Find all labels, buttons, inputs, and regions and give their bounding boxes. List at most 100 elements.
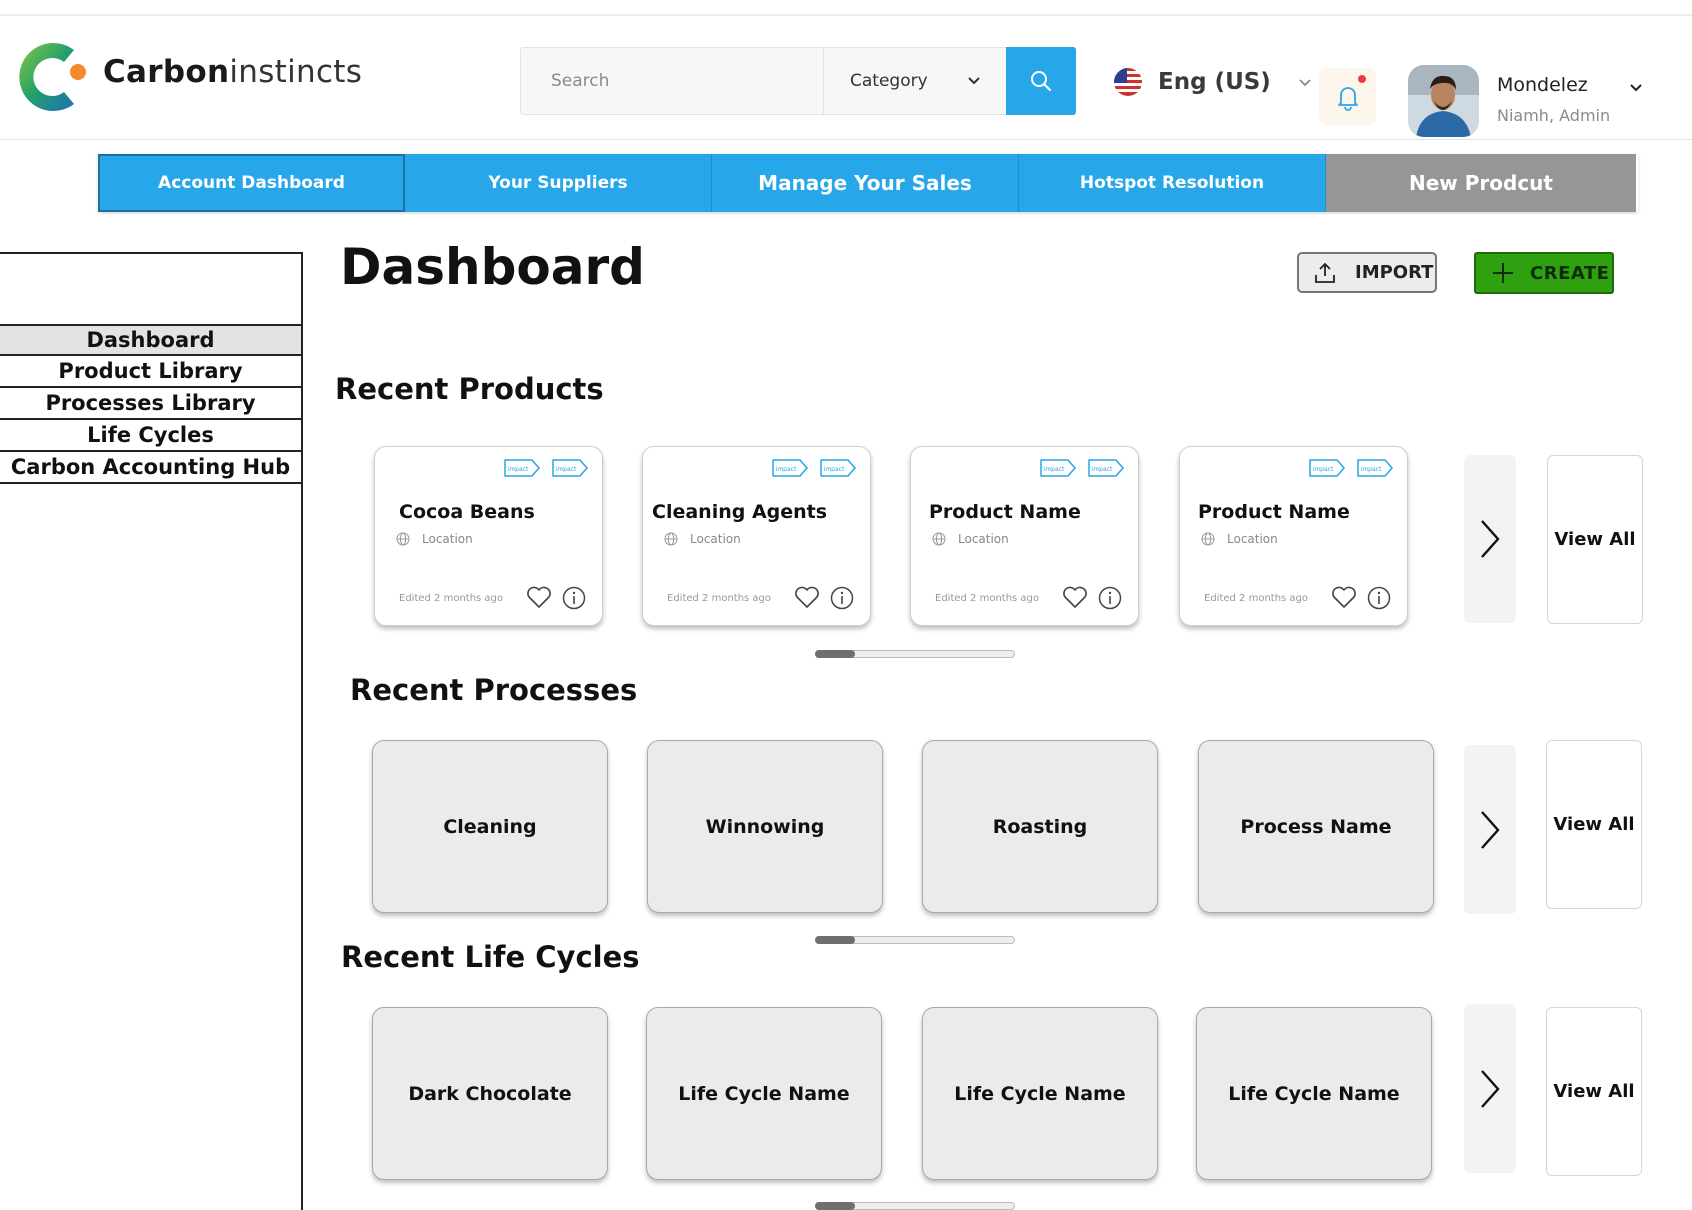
- search-bar: Category: [520, 47, 1076, 115]
- globe-icon: [396, 532, 410, 546]
- svg-text:impact: impact: [824, 466, 845, 473]
- product-location: Location: [664, 532, 741, 546]
- life-cycle-card[interactable]: Life Cycle Name: [922, 1007, 1158, 1180]
- product-name: Product Name: [1198, 501, 1350, 523]
- heart-icon[interactable]: [794, 585, 820, 609]
- category-label: Category: [850, 71, 928, 91]
- impact-tag-icon: impact: [552, 459, 588, 477]
- products-scrollbar[interactable]: [815, 650, 1015, 658]
- product-card[interactable]: impact impact Cleaning Agents Location E…: [642, 446, 871, 626]
- sidebar-item-life-cycles[interactable]: Life Cycles: [0, 420, 301, 452]
- globe-icon: [932, 532, 946, 546]
- info-icon[interactable]: [830, 586, 854, 610]
- product-edited: Edited 2 months ago: [1204, 593, 1309, 604]
- sidebar: Dashboard Product Library Processes Libr…: [0, 252, 303, 1210]
- impact-tag-icon: impact: [772, 459, 808, 477]
- tab-hotspot-resolution[interactable]: Hotspot Resolution: [1019, 154, 1326, 212]
- life-cycles-next-button[interactable]: [1464, 1004, 1516, 1173]
- sidebar-list: Dashboard Product Library Processes Libr…: [0, 324, 301, 484]
- carboninstincts-logo-icon: [19, 43, 86, 111]
- scrollbar-thumb[interactable]: [815, 650, 855, 658]
- product-location: Location: [396, 532, 473, 546]
- tab-account-dashboard[interactable]: Account Dashboard: [98, 154, 405, 212]
- sidebar-item-processes-library[interactable]: Processes Library: [0, 388, 301, 420]
- product-card[interactable]: impact impact Cocoa Beans Location Edite…: [374, 446, 603, 626]
- life-cycles-scrollbar[interactable]: [815, 1202, 1015, 1210]
- processes-next-button[interactable]: [1464, 745, 1516, 914]
- language-selector[interactable]: Eng (US): [1114, 67, 1313, 97]
- chevron-down-icon: [1299, 79, 1311, 87]
- processes-scrollbar[interactable]: [815, 936, 1015, 944]
- info-icon[interactable]: [1098, 586, 1122, 610]
- brand-bold: Carbon: [103, 54, 230, 90]
- user-role: Niamh, Admin: [1497, 106, 1611, 125]
- product-edited: Edited 2 months ago: [399, 593, 504, 604]
- impact-tag-icon: impact: [1309, 459, 1345, 477]
- scrollbar-thumb[interactable]: [815, 1202, 855, 1210]
- chevron-down-icon: [968, 77, 980, 85]
- search-button[interactable]: [1006, 47, 1076, 115]
- avatar[interactable]: [1408, 65, 1479, 137]
- impact-tag-icon: impact: [1088, 459, 1124, 477]
- page-title: Dashboard: [340, 238, 645, 296]
- globe-icon: [1201, 532, 1215, 546]
- impact-tag-icon: impact: [1357, 459, 1393, 477]
- process-card[interactable]: Roasting: [922, 740, 1158, 913]
- svg-text:impact: impact: [776, 466, 797, 473]
- globe-icon: [664, 532, 678, 546]
- notification-badge: [1358, 75, 1366, 83]
- scrollbar-thumb[interactable]: [815, 936, 855, 944]
- processes-view-all-button[interactable]: View All: [1546, 740, 1642, 909]
- process-card[interactable]: Winnowing: [647, 740, 883, 913]
- sidebar-item-product-library[interactable]: Product Library: [0, 356, 301, 388]
- upload-icon: [1315, 262, 1335, 283]
- product-card[interactable]: impact impact Product Name Location Edit…: [910, 446, 1139, 626]
- svg-text:impact: impact: [1044, 466, 1065, 473]
- process-card[interactable]: Cleaning: [372, 740, 608, 913]
- product-location-label: Location: [690, 532, 741, 546]
- bell-icon: [1337, 86, 1358, 111]
- header: Carboninstincts Category Eng (US): [0, 16, 1692, 140]
- svg-text:impact: impact: [556, 466, 577, 473]
- info-icon[interactable]: [1367, 586, 1391, 610]
- product-card[interactable]: impact impact Product Name Location Edit…: [1179, 446, 1408, 626]
- heart-icon[interactable]: [526, 585, 552, 609]
- brand-name: Carboninstincts: [103, 54, 362, 90]
- products-next-button[interactable]: [1464, 455, 1516, 623]
- create-label: CREATE: [1530, 262, 1610, 284]
- product-edited: Edited 2 months ago: [667, 593, 772, 604]
- product-location: Location: [932, 532, 1009, 546]
- chevron-down-icon[interactable]: [1628, 79, 1644, 95]
- life-cycle-card[interactable]: Life Cycle Name: [646, 1007, 882, 1180]
- svg-text:impact: impact: [508, 466, 529, 473]
- life-cycle-card[interactable]: Dark Chocolate: [372, 1007, 608, 1180]
- category-select[interactable]: Category: [823, 48, 1006, 114]
- tab-new-product[interactable]: New Prodcut: [1326, 154, 1636, 212]
- search-input[interactable]: [521, 48, 823, 114]
- product-name: Cocoa Beans: [399, 501, 535, 523]
- life-cycles-view-all-button[interactable]: View All: [1546, 1007, 1642, 1176]
- product-location-label: Location: [422, 532, 473, 546]
- import-button[interactable]: IMPORT: [1297, 252, 1437, 293]
- sidebar-item-dashboard[interactable]: Dashboard: [0, 324, 301, 356]
- create-button[interactable]: CREATE: [1474, 252, 1614, 294]
- recent-life-cycles-title: Recent Life Cycles: [341, 940, 640, 974]
- life-cycle-card[interactable]: Life Cycle Name: [1196, 1007, 1432, 1180]
- chevron-right-icon: [1481, 520, 1500, 558]
- notifications-button[interactable]: [1319, 68, 1376, 125]
- sidebar-item-carbon-accounting-hub[interactable]: Carbon Accounting Hub: [0, 452, 301, 484]
- tab-manage-your-sales[interactable]: Manage Your Sales: [712, 154, 1019, 212]
- heart-icon[interactable]: [1062, 585, 1088, 609]
- chevron-right-icon: [1481, 810, 1500, 849]
- chevron-right-icon: [1481, 1069, 1500, 1108]
- tab-your-suppliers[interactable]: Your Suppliers: [405, 154, 712, 212]
- product-location: Location: [1201, 532, 1278, 546]
- import-label: IMPORT: [1355, 262, 1434, 283]
- svg-text:impact: impact: [1092, 466, 1113, 473]
- process-card[interactable]: Process Name: [1198, 740, 1434, 913]
- search-icon: [1031, 71, 1052, 92]
- heart-icon[interactable]: [1331, 585, 1357, 609]
- products-view-all-button[interactable]: View All: [1547, 455, 1643, 624]
- info-icon[interactable]: [562, 586, 586, 610]
- main-nav: Account Dashboard Your Suppliers Manage …: [98, 154, 1638, 212]
